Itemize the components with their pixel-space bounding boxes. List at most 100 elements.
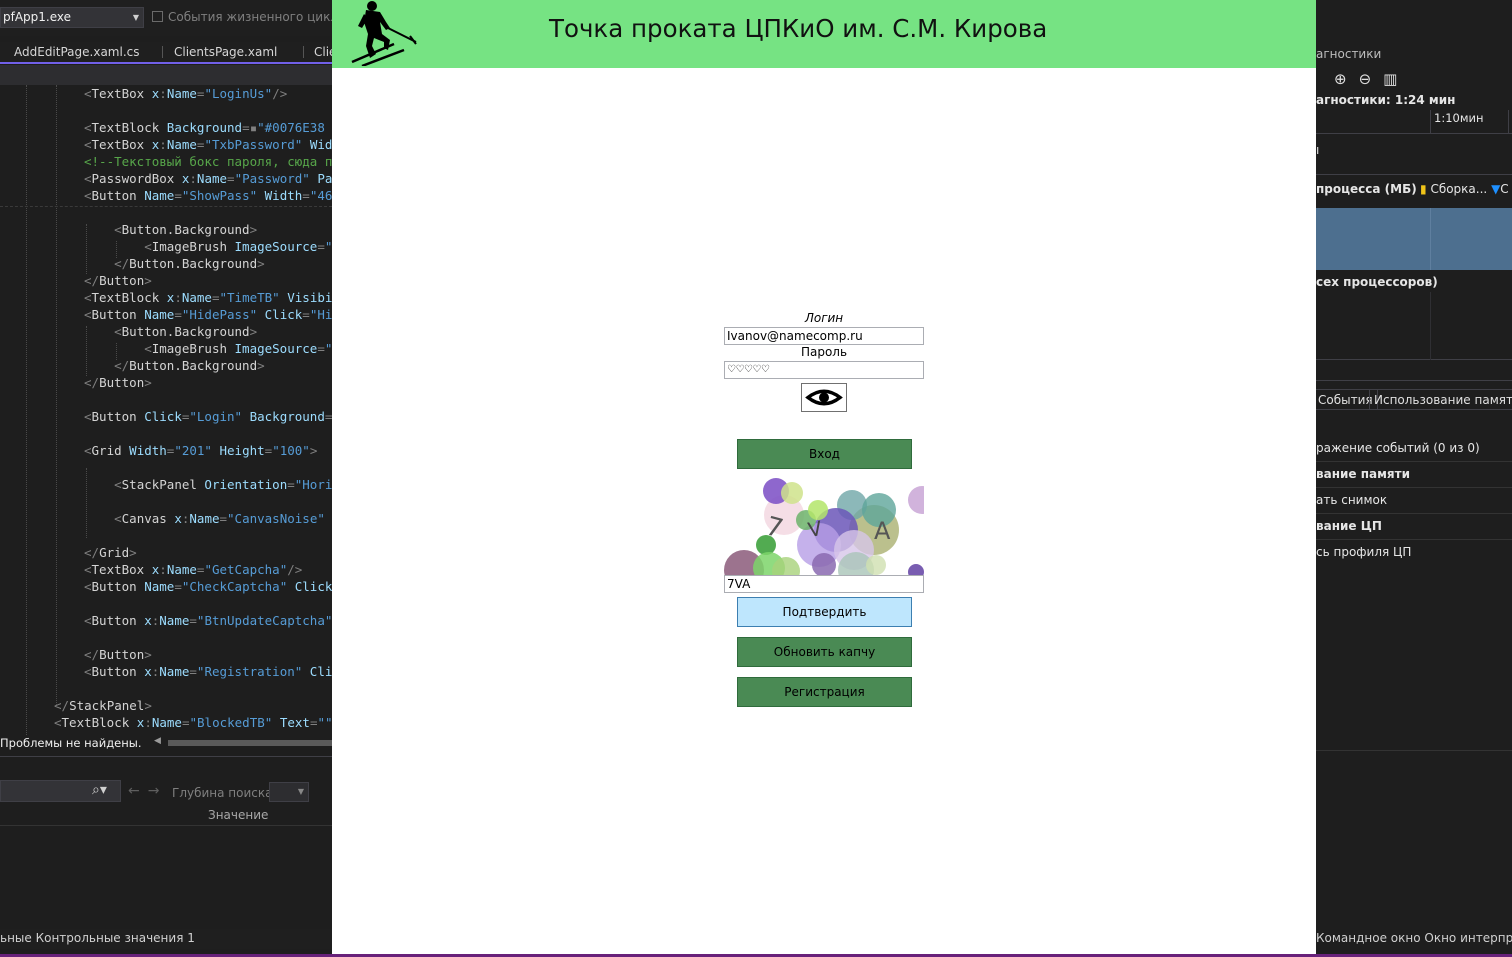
login-input[interactable]: Ivanov@namecomp.ru	[724, 327, 924, 345]
code-line[interactable]: <TextBox x:Name="TxbPassword" Wid	[84, 136, 332, 153]
indent-guide	[56, 85, 57, 705]
skier-logo	[351, 1, 417, 66]
captcha-canvas: 7 V A	[724, 475, 924, 575]
lifecycle-checkbox[interactable]	[152, 11, 163, 22]
events-track-marker: ı	[1316, 143, 1320, 157]
cpu-usage-header: вание ЦП	[1316, 519, 1382, 533]
process-select[interactable]: pfApp1.exe ▼	[0, 7, 144, 28]
code-line[interactable]: <TextBlock x:Name="BlockedTB" Text=""	[54, 714, 332, 731]
tab-memory-usage[interactable]: Использование памяти	[1369, 389, 1512, 409]
graph-gridline	[1430, 208, 1431, 270]
snapshot-legend[interactable]: ▮ Сборка... ▼С	[1420, 182, 1509, 196]
login-label: Логин	[804, 311, 844, 325]
app-window: Точка проката ЦПКиО им. С.М. Кирова Логи…	[332, 0, 1316, 954]
ruler-tick	[1430, 110, 1431, 134]
tab-separator	[303, 46, 304, 58]
tab-addeditpage[interactable]: AddEditPage.xaml.cs	[14, 42, 139, 62]
code-line[interactable]: <Canvas x:Name="CanvasNoise"	[84, 510, 325, 527]
bottom-tool-tabs[interactable]: ьные Контрольные значения 1	[0, 929, 332, 949]
record-cpu-profile-link[interactable]: сь профиля ЦП	[1316, 545, 1411, 559]
code-line[interactable]: <Button x:Name="Registration" Cli	[84, 663, 332, 680]
code-editor[interactable]: <TextBox x:Name="LoginUs"/> <TextBlock Ba…	[0, 85, 332, 735]
bottom-tool-tabs-right[interactable]: Командное окно Окно интерпрета	[1316, 929, 1512, 947]
code-line[interactable]: <Button Name="CheckCaptcha" Click	[84, 578, 332, 595]
update-captcha-button[interactable]: Обновить капчу	[737, 637, 912, 667]
code-line[interactable]: <Button.Background>	[84, 323, 257, 340]
eye-icon	[805, 389, 843, 406]
panel-divider	[0, 756, 332, 757]
app-header: Точка проката ЦПКиО им. С.М. Кирова	[332, 0, 1316, 68]
code-line[interactable]: <TextBox x:Name="GetCapcha"/>	[84, 561, 302, 578]
process-toolbar: pfApp1.exe ▼ События жизненного цикла	[0, 0, 332, 36]
captcha-noise	[724, 478, 924, 575]
value-column-header[interactable]: Значение	[208, 808, 268, 822]
diagnostics-title: агностики	[1316, 47, 1382, 61]
code-line[interactable]: </Button>	[84, 646, 152, 663]
code-line[interactable]: <ImageBrush ImageSource="	[84, 238, 332, 255]
memory-legend: процесса (МБ) ▮ Сборка... ▼С	[1316, 182, 1509, 196]
zoom-toolbar: ⊕⊖▥	[1334, 70, 1409, 88]
captcha-input[interactable]: 7VA	[724, 575, 924, 593]
process-select-value: pfApp1.exe	[3, 10, 72, 24]
code-line[interactable]: <TextBlock x:Name="TimeTB" Visibi	[84, 289, 332, 306]
memory-usage-header: вание памяти	[1316, 467, 1410, 481]
zoom-out-icon[interactable]: ⊖	[1359, 70, 1384, 88]
scroll-left-icon[interactable]: ◀	[154, 736, 161, 746]
search-depth-select[interactable]: ▼	[269, 782, 309, 802]
tab-clientspage[interactable]: ClientsPage.xaml	[174, 42, 277, 62]
ruler-tick	[1508, 110, 1509, 134]
code-line[interactable]: <TextBlock Background=▪"#0076E38	[84, 119, 325, 136]
code-line[interactable]: <Button.Background>	[84, 221, 257, 238]
row-separator	[1316, 539, 1512, 540]
reset-view-icon[interactable]: ▥	[1383, 70, 1409, 88]
code-line[interactable]: </StackPanel>	[54, 697, 152, 714]
code-line[interactable]: </Button>	[84, 374, 152, 391]
code-line[interactable]: <Grid Width="201" Height="100">	[84, 442, 317, 459]
cpu-graph-label: сех процессоров)	[1316, 275, 1438, 289]
search-icon[interactable]: ⌕▾	[92, 782, 107, 798]
login-button[interactable]: Вход	[737, 439, 912, 469]
code-line[interactable]: <Button Name="ShowPass" Width="46	[84, 187, 332, 204]
code-line[interactable]: <Button Name="HidePass" Click="Hi	[84, 306, 332, 323]
show-password-button[interactable]	[801, 383, 847, 412]
confirm-captcha-button[interactable]: Подтвердить	[737, 597, 912, 627]
code-line[interactable]: </Button>	[84, 272, 152, 289]
tab-separator	[162, 46, 163, 58]
memory-legend-label: процесса (МБ)	[1316, 182, 1417, 196]
tab-clients-partial[interactable]: Clie	[314, 42, 332, 62]
code-line[interactable]: <TextBox x:Name="LoginUs"/>	[84, 85, 287, 102]
code-line[interactable]: <ImageBrush ImageSource="	[84, 340, 332, 357]
password-input[interactable]: ♡♡♡♡♡	[724, 361, 924, 379]
ruler-label: 1:10мин	[1434, 111, 1484, 125]
row-separator	[1316, 750, 1512, 751]
snapshot-flag-icon: ▼	[1491, 182, 1501, 196]
code-line[interactable]: <PasswordBox x:Name="Password" Pa	[84, 170, 332, 187]
row-separator	[1316, 487, 1512, 488]
app-title: Точка проката ЦПКиО им. С.М. Кирова	[549, 14, 1048, 43]
registration-button[interactable]: Регистрация	[737, 677, 912, 707]
diagnostics-tabs: События Использование памяти	[1316, 389, 1512, 409]
desktop: pfApp1.exe ▼ События жизненного цикла Ad…	[0, 0, 1512, 957]
take-snapshot-link[interactable]: ать снимок	[1316, 493, 1387, 507]
code-line[interactable]: <Button Click="Login" Background=	[84, 408, 332, 425]
editor-navbar	[0, 65, 332, 85]
row-separator	[1316, 461, 1512, 462]
show-events-row[interactable]: ражение событий (0 из 0)	[1316, 441, 1480, 455]
search-nav-arrows[interactable]: ←→	[128, 783, 167, 799]
gc-flag-icon: ▮	[1420, 182, 1427, 196]
code-line[interactable]: <!--Текстовый бокс пароля, сюда п	[84, 153, 332, 170]
code-line[interactable]: </Button.Background>	[84, 255, 265, 272]
row-separator	[1316, 513, 1512, 514]
cpu-graph[interactable]	[1316, 292, 1512, 360]
ide-left-pane: pfApp1.exe ▼ События жизненного цикла Ad…	[0, 0, 332, 957]
horizontal-scrollbar[interactable]	[168, 740, 332, 746]
lifecycle-events-label: События жизненного цикла	[168, 10, 332, 24]
code-line[interactable]: <StackPanel Orientation="Hori	[84, 476, 332, 493]
zoom-in-icon[interactable]: ⊕	[1334, 70, 1359, 88]
memory-graph[interactable]	[1316, 208, 1512, 270]
lifecycle-events-toggle[interactable]: События жизненного цикла	[152, 10, 332, 24]
code-line[interactable]: </Button.Background>	[84, 357, 265, 374]
code-line[interactable]: </Grid>	[84, 544, 137, 561]
code-line[interactable]: <Button x:Name="BtnUpdateCaptcha"	[84, 612, 332, 629]
search-depth-label: Глубина поиска:	[172, 786, 277, 800]
